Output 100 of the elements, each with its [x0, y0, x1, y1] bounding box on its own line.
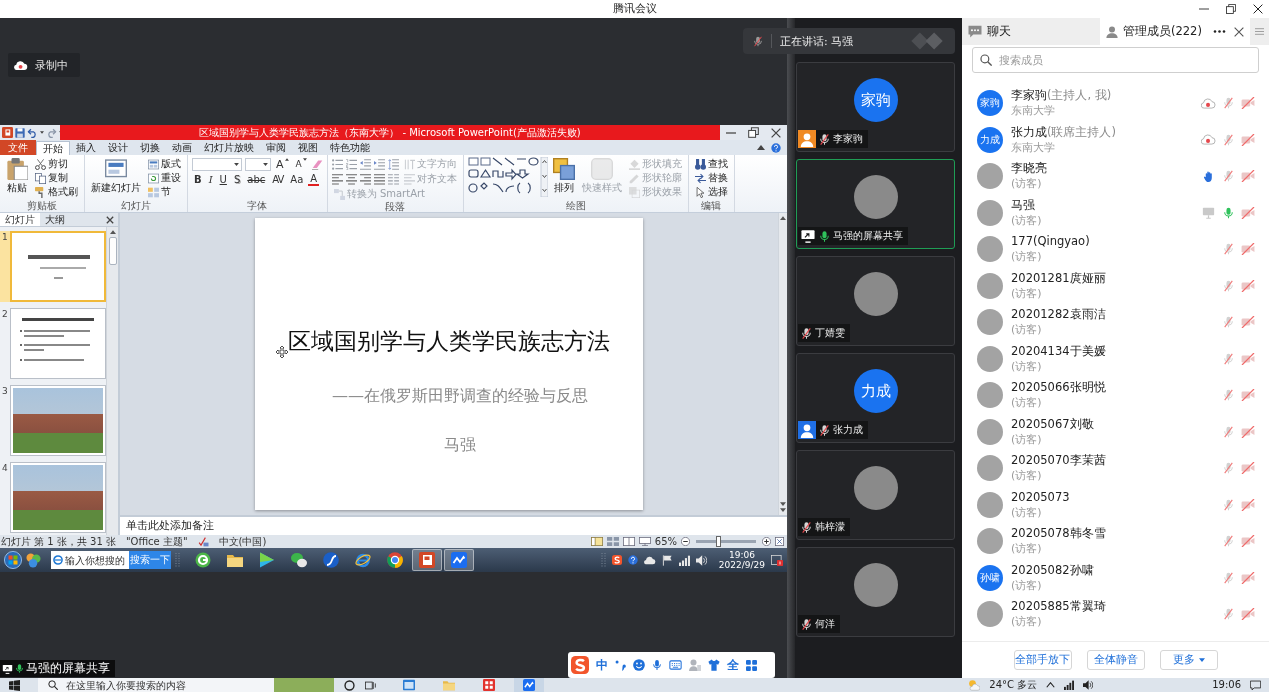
- undo-icon[interactable]: [27, 127, 38, 138]
- pane-tab[interactable]: 大纲: [40, 213, 70, 226]
- close-icon[interactable]: [1234, 26, 1244, 37]
- width-toggle[interactable]: 全: [727, 656, 739, 674]
- input-mode-toggle[interactable]: 中: [596, 656, 608, 674]
- taskbar-button[interactable]: [444, 549, 474, 571]
- cloud-icon[interactable]: [643, 555, 656, 565]
- smiley-icon[interactable]: [633, 659, 645, 671]
- ribbon-button[interactable]: 新建幻灯片: [89, 157, 143, 195]
- ring-icon[interactable]: [344, 679, 355, 691]
- scroll-up-icon[interactable]: [109, 230, 116, 234]
- dropdown-field[interactable]: [192, 157, 242, 171]
- search-field[interactable]: 在这里输入你要搜索的内容: [38, 678, 274, 692]
- ribbon-tab[interactable]: 切换: [134, 141, 166, 155]
- help-icon[interactable]: [771, 142, 781, 153]
- format-button[interactable]: U: [217, 172, 229, 186]
- format-button[interactable]: Aa: [288, 172, 306, 186]
- taskbar-button[interactable]: [412, 549, 442, 571]
- ribbon-tab[interactable]: 特色功能: [324, 141, 376, 155]
- align-right-icon[interactable]: [359, 173, 371, 185]
- format-button[interactable]: B: [192, 172, 204, 186]
- shape-gallery-drawing[interactable]: [467, 157, 548, 197]
- more-icon[interactable]: [1213, 30, 1226, 33]
- slider-thumb[interactable]: [715, 536, 721, 547]
- microphone-icon[interactable]: [652, 659, 662, 671]
- minimize-icon[interactable]: [726, 131, 736, 134]
- slideshow-icon[interactable]: [638, 537, 651, 546]
- ribbon-tab[interactable]: 幻灯片放映: [198, 141, 260, 155]
- ribbon-button[interactable]: 重设: [146, 171, 183, 185]
- ribbon-tab[interactable]: 插入: [70, 141, 102, 155]
- ribbon-tab[interactable]: 开始: [36, 141, 70, 155]
- task-view-icon[interactable]: [365, 679, 376, 691]
- zoom-in-icon[interactable]: [762, 537, 771, 546]
- spell-check-icon[interactable]: [197, 536, 209, 547]
- video-tile[interactable]: 马强的屏幕共享: [796, 159, 955, 249]
- ribbon-tab[interactable]: 动画: [166, 141, 198, 155]
- network-icon[interactable]: [678, 554, 690, 566]
- reading-view-icon[interactable]: [622, 537, 635, 546]
- punctuation-icon[interactable]: [615, 659, 626, 671]
- panel-button[interactable]: 更多: [1159, 650, 1218, 670]
- format-button[interactable]: A: [308, 172, 320, 186]
- dropdown-field[interactable]: [245, 157, 271, 171]
- ribbon-button[interactable]: 剪切: [33, 157, 80, 171]
- ribbon-button[interactable]: 粘贴: [4, 157, 30, 195]
- shirt-icon[interactable]: [708, 659, 720, 671]
- flag-icon[interactable]: [661, 554, 673, 566]
- ime-logo-icon[interactable]: [611, 555, 622, 565]
- ribbon-button[interactable]: 替换: [692, 171, 730, 185]
- panel-tab[interactable]: 管理成员(222): [1100, 18, 1209, 45]
- video-tile[interactable]: 韩梓濛: [796, 450, 955, 540]
- ribbon-button[interactable]: 复制: [33, 171, 80, 185]
- format-button[interactable]: I: [206, 172, 215, 186]
- keyboard-icon[interactable]: [669, 659, 682, 671]
- ribbon-button[interactable]: 格式刷: [33, 185, 80, 199]
- ribbon-tab[interactable]: 设计: [102, 141, 134, 155]
- fit-window-icon[interactable]: [775, 537, 784, 546]
- align-center-icon[interactable]: [345, 173, 357, 185]
- collapse-caret-icon[interactable]: [757, 145, 765, 150]
- format-button[interactable]: S: [231, 172, 243, 186]
- format-button[interactable]: abc: [245, 172, 268, 186]
- notes-field[interactable]: 单击此处添加备注: [120, 515, 787, 535]
- font-size-button[interactable]: A: [293, 157, 309, 171]
- ribbon-button[interactable]: 节: [146, 185, 183, 199]
- start-orb-icon[interactable]: [4, 551, 22, 569]
- search-field[interactable]: 搜索成员: [972, 47, 1259, 73]
- app-logo-icon[interactable]: [2, 127, 13, 138]
- close-icon[interactable]: [106, 215, 114, 224]
- ribbon-tab[interactable]: 审阅: [260, 141, 292, 155]
- align-left-icon[interactable]: [331, 173, 343, 185]
- video-tile[interactable]: 力成 张力成: [796, 353, 955, 443]
- restore-icon[interactable]: [1226, 4, 1236, 14]
- volume-icon[interactable]: [1083, 680, 1094, 690]
- video-tile[interactable]: 何洋: [796, 547, 955, 637]
- ribbon-button[interactable]: 排列: [550, 157, 577, 195]
- up-caret-icon[interactable]: [1046, 682, 1056, 688]
- panel-tab[interactable]: 聊天: [962, 18, 1100, 45]
- close-icon[interactable]: [1253, 4, 1263, 14]
- video-tile[interactable]: 丁婧雯: [796, 256, 955, 346]
- justify-icon[interactable]: [373, 173, 385, 185]
- normal-view-icon[interactable]: [590, 537, 603, 546]
- close-icon[interactable]: [771, 127, 781, 138]
- ribbon-button[interactable]: 选择: [692, 185, 730, 199]
- volume-icon[interactable]: [695, 554, 707, 566]
- numbered-list-icon[interactable]: [345, 158, 357, 170]
- ribbon-button[interactable]: 查找: [692, 157, 730, 171]
- colored-circles-icon[interactable]: [26, 552, 41, 568]
- start-icon[interactable]: [9, 679, 20, 691]
- search-button[interactable]: 搜索一下: [129, 551, 171, 569]
- format-button[interactable]: AV: [270, 172, 286, 186]
- scrollbar-thumb[interactable]: [108, 237, 117, 265]
- zoom-out-icon[interactable]: [681, 537, 690, 546]
- panel-button[interactable]: 全体静音: [1086, 650, 1145, 670]
- video-tile[interactable]: 家驹 李家驹: [796, 62, 955, 152]
- grid-icon[interactable]: [746, 659, 757, 671]
- save-icon[interactable]: [15, 127, 25, 138]
- search-field[interactable]: 输入你想搜的: [51, 551, 129, 569]
- font-size-button[interactable]: A: [274, 157, 291, 171]
- restore-icon[interactable]: [748, 127, 759, 138]
- panel-button[interactable]: 全部手放下: [1013, 650, 1072, 670]
- notification-icon[interactable]: [1250, 679, 1261, 691]
